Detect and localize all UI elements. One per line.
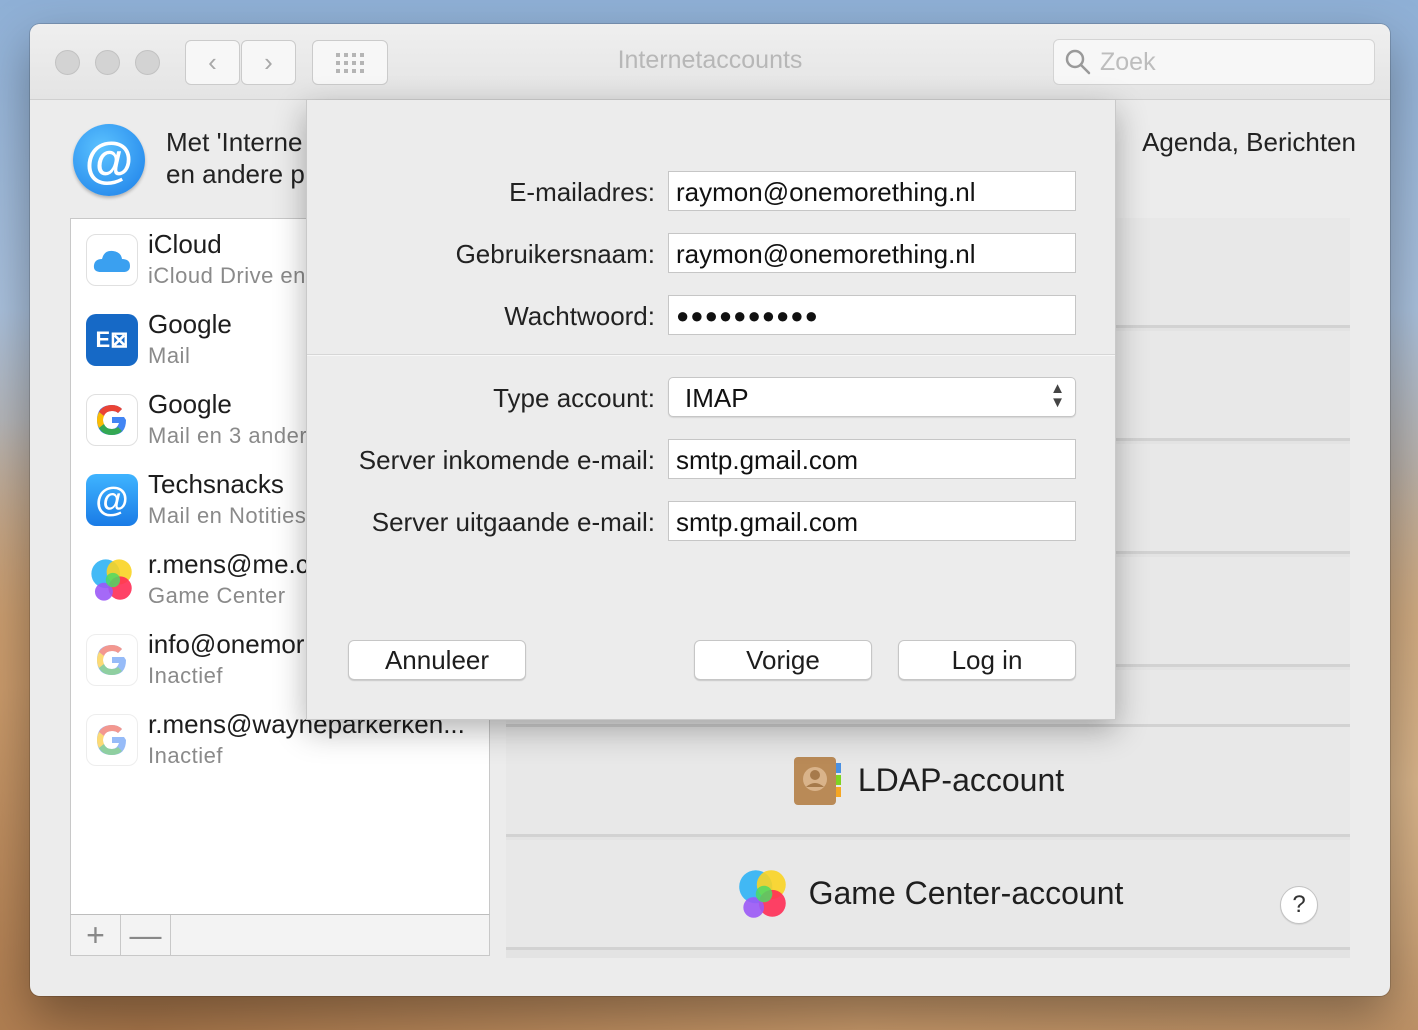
provider-game-center[interactable]: Game Center-account — [506, 840, 1350, 950]
account-subtitle: Inactief — [148, 663, 223, 688]
username-field[interactable]: raymon@onemorething.nl — [668, 233, 1076, 273]
provider-label: Game Center-account — [808, 875, 1124, 911]
password-field[interactable]: ●●●●●●●●●● — [668, 295, 1076, 335]
search-placeholder: Zoek — [1100, 47, 1156, 76]
account-subtitle: Mail — [148, 343, 191, 368]
incoming-server-field[interactable]: smtp.gmail.com — [668, 439, 1076, 479]
account-name: Google — [148, 389, 232, 419]
account-name: Techsnacks — [148, 469, 284, 499]
list-footer: + — — [70, 914, 490, 956]
search-field[interactable]: Zoek — [1053, 39, 1375, 85]
header-text-right: Agenda, Berichten — [1142, 127, 1356, 157]
incoming-server-label: Server inkomende e-mail: — [358, 445, 655, 475]
help-button[interactable]: ? — [1280, 886, 1318, 924]
account-name: Google — [148, 309, 232, 339]
section-divider — [307, 354, 1115, 356]
outgoing-server-row: Server uitgaande e-mail: smtp.gmail.com — [307, 501, 1117, 541]
outgoing-server-label: Server uitgaande e-mail: — [371, 507, 655, 537]
select-arrows-icon: ▲ ▼ — [1050, 380, 1065, 411]
account-name: r.mens@me.c — [148, 549, 309, 579]
title-bar: ‹ › Internetaccounts Zoek — [30, 24, 1390, 100]
email-label: E-mailadres: — [509, 177, 655, 207]
outgoing-server-field[interactable]: smtp.gmail.com — [668, 501, 1076, 541]
login-button[interactable]: Log in — [898, 640, 1076, 680]
previous-button[interactable]: Vorige — [694, 640, 872, 680]
cancel-button[interactable]: Annuleer — [348, 640, 526, 680]
account-setup-sheet: E-mailadres: raymon@onemorething.nl Gebr… — [306, 100, 1116, 720]
exchange-icon: E⊠ — [86, 314, 138, 366]
account-type-label: Type account: — [493, 383, 655, 413]
internet-accounts-window: ‹ › Internetaccounts Zoek @ Met 'Interne… — [30, 24, 1390, 996]
email-field[interactable]: raymon@onemorething.nl — [668, 171, 1076, 211]
account-type-select[interactable]: IMAP ▲ ▼ — [668, 377, 1076, 417]
account-subtitle: Mail en Notities — [148, 503, 307, 528]
remove-account-button[interactable]: — — [121, 915, 171, 955]
account-subtitle: iCloud Drive en — [148, 263, 306, 288]
password-row: Wachtwoord: ●●●●●●●●●● — [307, 295, 1117, 335]
email-row: E-mailadres: raymon@onemorething.nl — [307, 171, 1117, 211]
internet-accounts-at-icon: @ — [73, 124, 145, 196]
provider-label: LDAP-account — [857, 762, 1065, 798]
account-subtitle: Game Center — [148, 583, 286, 608]
icloud-icon — [86, 234, 138, 286]
account-type-row: Type account: IMAP ▲ ▼ — [307, 377, 1117, 417]
google-icon — [86, 634, 138, 686]
account-type-value: IMAP — [685, 383, 749, 413]
incoming-server-row: Server inkomende e-mail: smtp.gmail.com — [307, 439, 1117, 479]
password-label: Wachtwoord: — [504, 301, 655, 331]
at-mail-icon: @ — [86, 474, 138, 526]
provider-ldap[interactable]: LDAP-account — [506, 727, 1350, 837]
username-row: Gebruikersnaam: raymon@onemorething.nl — [307, 233, 1117, 273]
account-subtitle: Mail en 3 ander — [148, 423, 308, 448]
username-label: Gebruikersnaam: — [455, 239, 655, 269]
game-center-icon — [738, 869, 786, 918]
google-icon — [86, 394, 138, 446]
contacts-book-icon — [793, 756, 841, 805]
game-center-icon — [86, 554, 138, 606]
account-name: iCloud — [148, 229, 222, 259]
account-name: info@onemor — [148, 629, 305, 659]
add-account-button[interactable]: + — [71, 915, 121, 955]
google-icon — [86, 714, 138, 766]
search-icon — [1065, 49, 1091, 75]
account-subtitle: Inactief — [148, 743, 223, 768]
